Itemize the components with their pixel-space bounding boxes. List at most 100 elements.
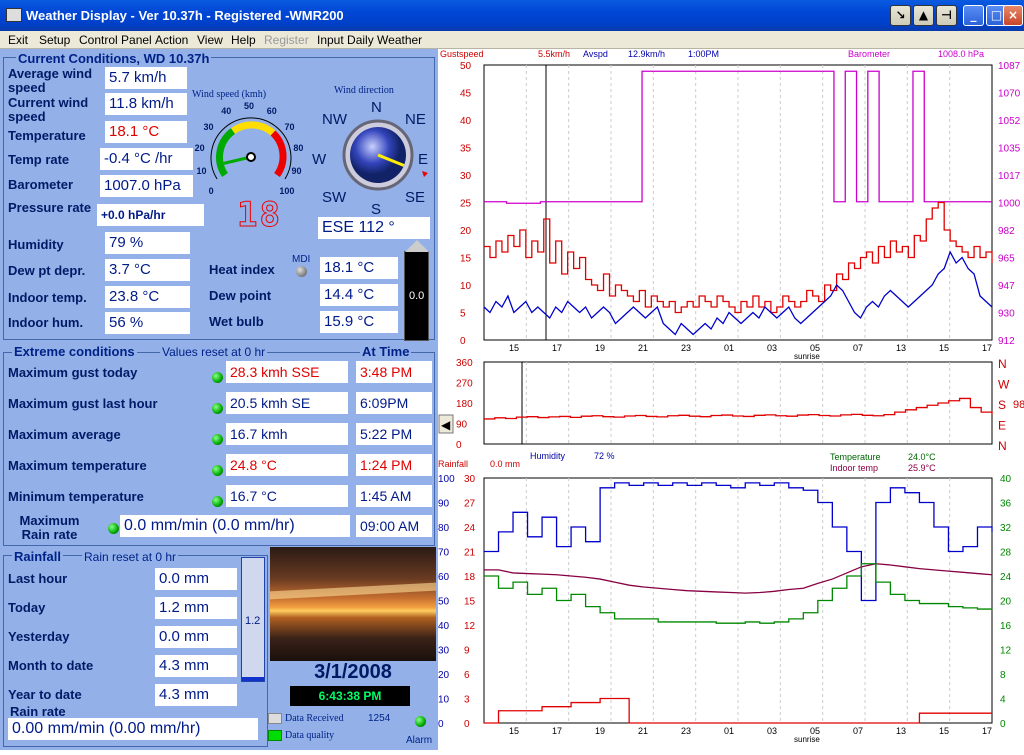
alarm-label: Alarm <box>406 735 433 746</box>
rainfall-header: Rainfall <box>12 549 63 564</box>
x-tick: 17 <box>552 343 562 353</box>
wetbulb-value: 15.9 °C <box>320 311 398 333</box>
x-tick: 01 <box>724 343 734 353</box>
gauge-tick-label: 50 <box>244 101 255 111</box>
extreme-time: 6:09PM <box>356 392 432 414</box>
x-tick: 15 <box>939 726 949 736</box>
rain-tube-fill <box>242 677 264 681</box>
baro-label: Barometer <box>8 177 74 192</box>
legend-hum-val: 72 % <box>594 451 615 461</box>
minimize-button[interactable]: _ <box>963 5 984 26</box>
wind-baro-chart: 0 5 10 15 20 25 30 35 40 45 50 912 930 947 965 982 1000 1… <box>460 61 1021 361</box>
hum-tick: 60 <box>438 572 450 583</box>
extreme-time: 5:22 PM <box>356 423 432 445</box>
compass-label-ne: NE <box>405 111 426 128</box>
dir-tick-right: W <box>998 378 1010 392</box>
y-tick-left: 20 <box>460 226 472 237</box>
y-tick-right: 1087 <box>998 61 1021 72</box>
y-tick-left: 40 <box>460 116 472 127</box>
rain-tick: 3 <box>464 695 470 706</box>
hum-tick: 50 <box>438 597 450 608</box>
menu-help[interactable]: Help <box>231 33 256 47</box>
close-button[interactable]: × <box>1003 5 1023 26</box>
y-tick-right: 1035 <box>998 144 1021 155</box>
temp-rate-value: -0.4 °C /hr <box>100 148 193 170</box>
x-tick: 19 <box>595 343 605 353</box>
menu-setup[interactable]: Setup <box>39 33 70 47</box>
data-received-label: Data Received <box>285 713 344 724</box>
rain-value: 1.2 mm <box>155 597 237 619</box>
y-tick-right: 1070 <box>998 89 1021 100</box>
dir-title: Wind direction <box>334 85 394 96</box>
baro-value: 1007.0 hPa <box>100 175 193 197</box>
temp-tick: 8 <box>1000 670 1006 681</box>
x-tick: 21 <box>638 726 648 736</box>
y-tick-right: 1052 <box>998 116 1021 127</box>
temp-tick: 20 <box>1000 597 1012 608</box>
rain-tick: 24 <box>464 523 476 534</box>
legend-avg: Avspd <box>583 49 608 59</box>
x-tick: 03 <box>767 343 777 353</box>
compass-label-w: W <box>312 151 327 168</box>
compass-label-sw: SW <box>322 189 347 206</box>
gauge-tick-label: 60 <box>266 106 277 117</box>
temp-rate-label: Temp rate <box>8 152 70 167</box>
legend-time: 1:00PM <box>688 49 719 59</box>
extra-button-1[interactable]: ↘ <box>890 5 911 26</box>
extreme-time: 1:24 PM <box>356 454 432 476</box>
cur-wind-label: Current wind speed <box>8 95 89 124</box>
rain-tube-value: 1.2 <box>245 615 261 627</box>
dir-tick-right: E <box>998 419 1006 433</box>
extra-button-2[interactable]: ▲ <box>913 5 934 26</box>
gauge-tick-label: 40 <box>221 106 232 117</box>
extreme-label: Minimum temperature <box>8 489 144 504</box>
hum-tick: 40 <box>438 621 450 632</box>
menu-action[interactable]: Action <box>155 33 188 47</box>
menu-control-panel[interactable]: Control Panel <box>79 33 152 47</box>
hum-tick: 30 <box>438 646 450 657</box>
graphs-panel: Gustspeed 5.5km/h Avspd 12.9km/h 1:00PM … <box>438 49 1024 750</box>
scroll-left-icon: ◀ <box>441 418 451 432</box>
rain-value: 0.0 mm <box>155 568 237 590</box>
title-bar[interactable]: Weather Display - Ver 10.37h - Registere… <box>0 0 1024 31</box>
rain-tick: 30 <box>464 474 476 485</box>
rain-tube: 1.2 <box>241 557 265 682</box>
gauge-tick-label: 30 <box>203 121 214 132</box>
gauge-tick-label: 100 <box>279 186 295 197</box>
y-tick-right: 912 <box>998 336 1015 347</box>
y-tick-left: 50 <box>460 61 472 72</box>
extreme-time: 1:45 AM <box>356 485 432 507</box>
extreme-label: Maximum gust last hour <box>8 396 158 411</box>
alarm-indicator[interactable] <box>415 716 426 727</box>
gauge-tick-label: 0 <box>208 186 214 197</box>
y-tick-left: 35 <box>460 144 472 155</box>
rain-label: Yesterday <box>8 629 70 644</box>
dewpoint-value: 14.4 °C <box>320 284 398 306</box>
dewdepr-value: 3.7 °C <box>105 259 190 281</box>
gauge-title: Wind speed (kmh) <box>192 89 267 100</box>
menu-input-daily-weather[interactable]: Input Daily Weather <box>317 33 422 47</box>
menu-exit[interactable]: Exit <box>8 33 28 47</box>
avg-wind-label: Average wind speed <box>8 66 93 95</box>
x-note: sunrise <box>794 352 820 361</box>
extra-button-3[interactable]: ⊣ <box>936 5 957 26</box>
wind-direction-chart: 360270180900NWSEN98 <box>456 357 1024 453</box>
menu-view[interactable]: View <box>197 33 223 47</box>
app-icon[interactable] <box>6 8 22 22</box>
current-date: 3/1/2008 <box>314 661 392 683</box>
compass-label-n: N <box>371 99 382 116</box>
pressure-rate-label: Pressure rate <box>8 200 92 215</box>
x-tick: 19 <box>595 726 605 736</box>
cur-wind-value: 11.8 km/h <box>105 93 187 115</box>
current-time: 6:43:38 PM <box>290 686 410 706</box>
y-tick-left: 5 <box>460 309 466 320</box>
dir-tick-right: N <box>998 357 1007 371</box>
dir-tick-left: 90 <box>456 420 468 431</box>
gauge-tick-label: 70 <box>284 121 295 132</box>
menu-register[interactable]: Register <box>264 33 309 47</box>
temp-hum-rain-chart: 0102030405060708090100036912151821242730… <box>438 474 1012 744</box>
at-time-header: At Time <box>360 344 412 359</box>
bar-cap-icon <box>405 240 429 252</box>
x-tick: 15 <box>939 343 949 353</box>
rainfall-reset: Rain reset at 0 hr <box>82 550 179 564</box>
